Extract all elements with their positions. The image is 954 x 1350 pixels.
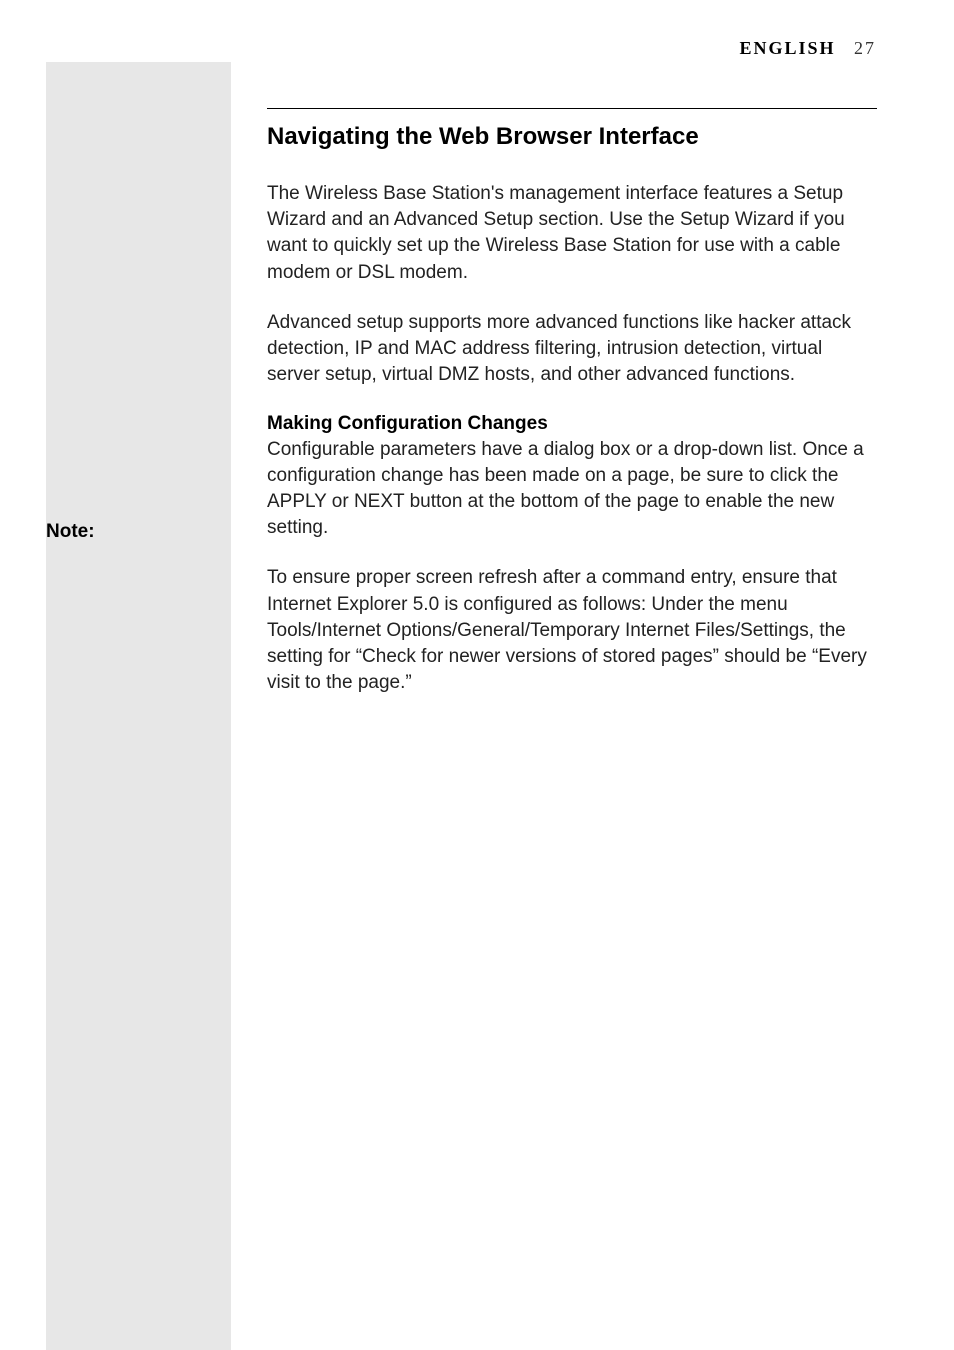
- page-header: ENGLISH 27: [739, 38, 876, 59]
- paragraph-intro-1: The Wireless Base Station's management i…: [267, 181, 877, 286]
- title-rule: [267, 108, 877, 109]
- paragraph-note: To ensure proper screen refresh after a …: [267, 565, 877, 696]
- sidebar-column: [46, 62, 231, 1350]
- paragraph-config: Configurable parameters have a dialog bo…: [267, 437, 877, 542]
- header-page-number: 27: [854, 38, 876, 58]
- configuration-block: Making Configuration Changes Configurabl…: [267, 413, 877, 542]
- sub-heading-config: Making Configuration Changes: [267, 413, 877, 435]
- section-title: Navigating the Web Browser Interface: [267, 123, 877, 151]
- paragraph-intro-2: Advanced setup supports more advanced fu…: [267, 310, 877, 389]
- main-content: Navigating the Web Browser Interface The…: [267, 108, 877, 721]
- header-language: ENGLISH: [739, 38, 835, 58]
- sidebar-note-label: Note:: [46, 521, 95, 543]
